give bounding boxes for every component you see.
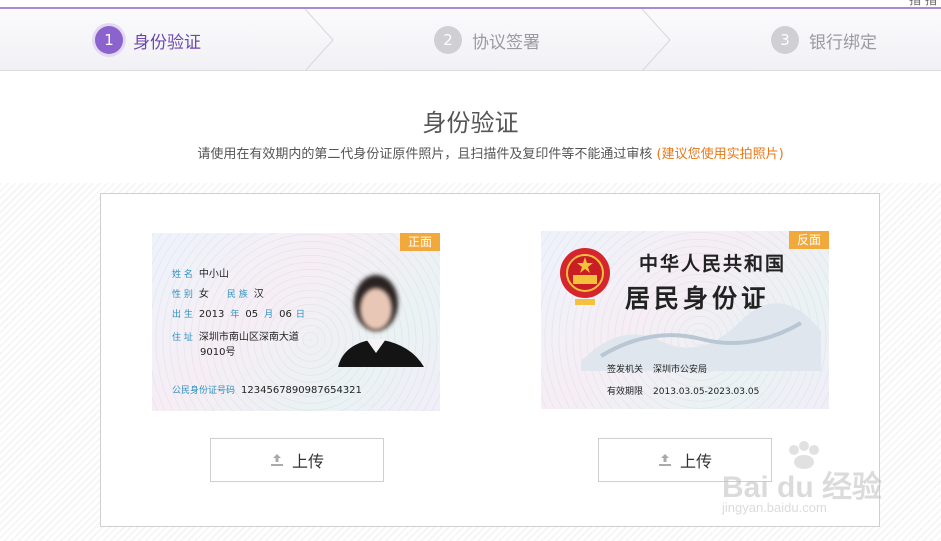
id-number-row: 公民身份证号码 1234567890987654321 bbox=[172, 385, 362, 396]
baidu-watermark: Bai du 经验 jingyan.baidu.com bbox=[722, 440, 892, 520]
watermark-url: jingyan.baidu.com bbox=[722, 500, 827, 515]
great-wall-illustration bbox=[581, 303, 821, 371]
national-emblem-icon bbox=[560, 248, 610, 305]
top-corner-text: 指 指 bbox=[909, 0, 937, 7]
upload-label: 上传 bbox=[291, 452, 324, 471]
back-title-country: 中华人民共和国 bbox=[639, 253, 787, 275]
upload-icon bbox=[270, 454, 283, 466]
page-title: 身份验证 bbox=[422, 109, 519, 137]
step-number: 1 bbox=[95, 26, 123, 54]
upload-front-button[interactable]: 上传 bbox=[210, 438, 384, 482]
chevron-divider-icon bbox=[642, 9, 671, 71]
name-row: 姓 名中小山 bbox=[172, 269, 229, 280]
id-card-front-sample: 正面 姓 名中小山 性 别女民 族汉 出 生 2013 年 05 月 06 日 住 址深圳市… bbox=[152, 233, 440, 411]
address-row: 住 址深圳市南山区深南大道 bbox=[172, 332, 299, 343]
step-bank[interactable]: 3 银行绑定 bbox=[771, 9, 877, 71]
instruction-main: 请使用在有效期内的第二代身份证原件照片，且扫描件及复印件等不能通过审核 bbox=[197, 147, 653, 162]
chevron-divider-icon bbox=[305, 9, 334, 71]
step-number: 3 bbox=[771, 26, 799, 54]
upload-label: 上传 bbox=[679, 452, 712, 471]
birth-row: 出 生 2013 年 05 月 06 日 bbox=[172, 309, 305, 320]
instruction-hint: (建议您使用实拍照片) bbox=[656, 147, 784, 162]
gender-row: 性 别女民 族汉 bbox=[172, 289, 264, 300]
front-tag: 正面 bbox=[400, 233, 440, 251]
back-tag: 反面 bbox=[789, 231, 829, 249]
validity-row: 有效期限 2013.03.05-2023.03.05 bbox=[607, 387, 760, 397]
authority-row: 签发机关 深圳市公安局 bbox=[607, 365, 708, 375]
upload-icon bbox=[658, 454, 671, 466]
portrait-photo bbox=[338, 275, 424, 367]
step-label: 身份验证 bbox=[133, 32, 201, 53]
instruction-text: 请使用在有效期内的第二代身份证原件照片，且扫描件及复印件等不能通过审核 (建议您… bbox=[0, 143, 941, 162]
step-agreement[interactable]: 2 协议签署 bbox=[434, 9, 540, 71]
address-row-2: 9010号 bbox=[200, 347, 236, 358]
step-label: 协议签署 bbox=[472, 32, 540, 53]
id-card-back-sample: 反面 中华人民共和国 居民身份证 签发机关 深圳市公安局 有效期限 2013.03.… bbox=[541, 231, 829, 409]
progress-steps: 1 身份验证 2 协议签署 3 银行绑定 bbox=[0, 9, 941, 71]
step-identity[interactable]: 1 身份验证 bbox=[95, 9, 201, 71]
step-label: 银行绑定 bbox=[809, 32, 877, 53]
top-bar: 指 指 bbox=[0, 0, 941, 9]
step-number: 2 bbox=[434, 26, 462, 54]
section-header: 身份验证 请使用在有效期内的第二代身份证原件照片，且扫描件及复印件等不能通过审核… bbox=[0, 71, 941, 183]
